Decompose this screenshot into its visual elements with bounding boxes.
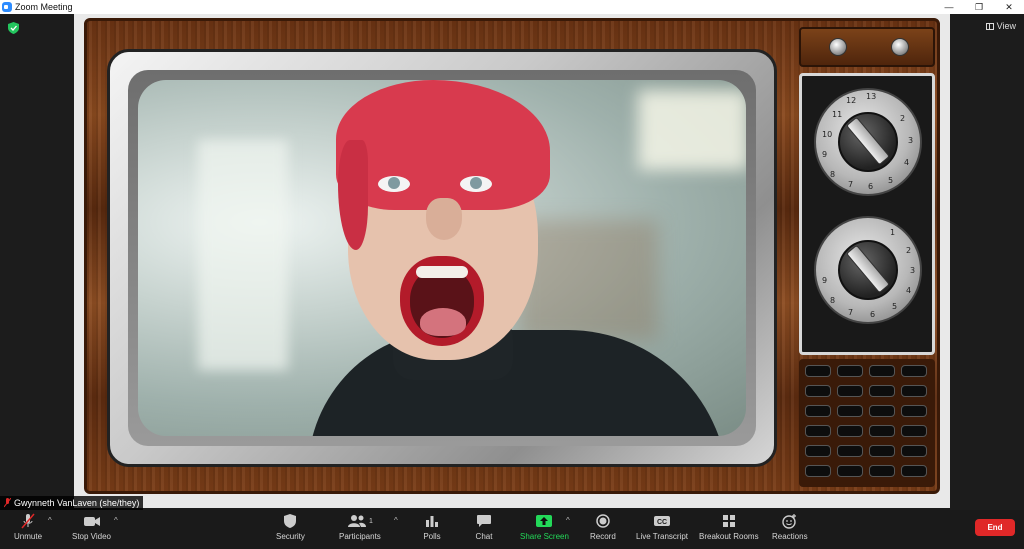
share-screen-button[interactable]: Share Screen xyxy=(520,512,569,541)
dial-number: 1 xyxy=(890,228,896,237)
right-eye xyxy=(460,176,492,192)
reactions-button[interactable]: Reactions xyxy=(772,512,808,541)
unmute-button[interactable]: Unmute xyxy=(14,512,42,541)
left-eye xyxy=(378,176,410,192)
shield-icon xyxy=(280,512,300,530)
participant-name: Gwynneth VanLaven (she/they) xyxy=(14,498,140,508)
chat-bubble-icon xyxy=(474,512,494,530)
tv-dial-panel: 13 12 11 10 9 8 7 6 5 4 3 2 1 2 3 4 5 6 … xyxy=(799,73,935,355)
dial-number: 7 xyxy=(848,308,854,317)
share-options-chevron-icon[interactable]: ^ xyxy=(566,516,570,525)
dial-number: 9 xyxy=(822,276,828,285)
view-label: View xyxy=(996,21,1016,31)
window-controls: — ❐ ✕ xyxy=(934,0,1024,14)
record-icon xyxy=(593,512,613,530)
dial-number: 11 xyxy=(832,110,843,119)
stop-video-label: Stop Video xyxy=(72,532,111,541)
chat-label: Chat xyxy=(475,532,493,541)
tv-screen-bezel xyxy=(107,49,777,467)
video-camera-icon xyxy=(82,512,102,530)
share-screen-arrow-icon xyxy=(534,512,554,530)
breakout-rooms-button[interactable]: Breakout Rooms xyxy=(699,512,759,541)
chat-button[interactable]: Chat xyxy=(474,512,494,541)
breakout-rooms-label: Breakout Rooms xyxy=(699,532,759,541)
dial-number: 9 xyxy=(822,150,828,159)
stop-video-button[interactable]: Stop Video xyxy=(72,512,111,541)
mic-muted-icon xyxy=(18,512,38,530)
dial-number: 2 xyxy=(906,246,912,255)
closed-captions-icon: CC xyxy=(652,512,672,530)
reactions-label: Reactions xyxy=(772,532,808,541)
polls-bar-chart-icon xyxy=(422,512,442,530)
record-button[interactable]: Record xyxy=(590,512,616,541)
participants-label: Participants xyxy=(339,532,381,541)
dial-number: 12 xyxy=(846,96,857,105)
encryption-shield-icon[interactable] xyxy=(8,22,19,34)
tuning-dial-icon: 1 2 3 4 5 6 7 8 9 xyxy=(814,216,922,324)
dial-number: 5 xyxy=(892,302,898,311)
person-hair xyxy=(336,80,550,210)
video-options-chevron-icon[interactable]: ^ xyxy=(114,516,118,525)
dial-number: 6 xyxy=(870,310,876,319)
dial-number: 3 xyxy=(908,136,914,145)
dial-number: 8 xyxy=(830,170,836,179)
participants-options-chevron-icon[interactable]: ^ xyxy=(394,516,398,525)
smiley-plus-icon xyxy=(780,512,800,530)
window-title: Zoom Meeting xyxy=(15,2,73,12)
participant-name-tag: Gwynneth VanLaven (she/they) xyxy=(0,496,144,510)
record-label: Record xyxy=(590,532,616,541)
participant-count: 1 xyxy=(368,517,373,525)
view-grid-icon xyxy=(985,22,994,30)
dial-number: 5 xyxy=(888,176,894,185)
dial-number: 10 xyxy=(822,130,833,139)
restore-button[interactable]: ❐ xyxy=(964,0,994,14)
cc-badge: CC xyxy=(657,519,667,526)
channel-dial-icon: 13 12 11 10 9 8 7 6 5 4 3 2 xyxy=(814,88,922,196)
participants-button[interactable]: 1 Participants xyxy=(339,512,381,541)
window-title-bar: Zoom Meeting — ❐ ✕ xyxy=(0,0,1024,14)
dial-number: 7 xyxy=(848,180,854,189)
zoom-logo-icon xyxy=(2,2,12,12)
dial-number: 13 xyxy=(866,92,877,101)
participant-video-tile[interactable]: 13 12 11 10 9 8 7 6 5 4 3 2 1 2 3 4 5 6 … xyxy=(74,14,950,508)
participants-icon: 1 xyxy=(340,512,380,530)
security-label: Security xyxy=(276,532,305,541)
live-transcript-label: Live Transcript xyxy=(636,532,689,541)
breakout-rooms-grid-icon xyxy=(719,512,739,530)
video-feed xyxy=(138,80,746,436)
unmute-label: Unmute xyxy=(14,532,43,541)
tv-speaker-grille xyxy=(799,359,935,487)
polls-button[interactable]: Polls xyxy=(422,512,442,541)
live-transcript-button[interactable]: CC Live Transcript xyxy=(636,512,688,541)
retro-tv-background: 13 12 11 10 9 8 7 6 5 4 3 2 1 2 3 4 5 6 … xyxy=(84,18,940,494)
dial-number: 6 xyxy=(868,182,874,191)
dial-number: 3 xyxy=(910,266,916,275)
meeting-toolbar: Unmute ^ Stop Video ^ Security 1 Partici… xyxy=(0,510,1024,549)
small-knob-icon xyxy=(829,38,847,56)
tv-top-knob-panel xyxy=(799,27,935,67)
minimize-button[interactable]: — xyxy=(934,0,964,14)
meeting-area: View 13 12 11 10 9 8 7 6 5 4 3 2 1 2 3 4… xyxy=(0,14,1024,510)
nose xyxy=(426,198,462,240)
audio-options-chevron-icon[interactable]: ^ xyxy=(48,516,52,525)
dial-number: 8 xyxy=(830,296,836,305)
mic-muted-icon xyxy=(4,498,11,508)
security-button[interactable]: Security xyxy=(276,512,305,541)
small-knob-icon xyxy=(891,38,909,56)
dial-number: 2 xyxy=(900,114,906,123)
close-button[interactable]: ✕ xyxy=(994,0,1024,14)
share-screen-label: Share Screen xyxy=(520,532,569,541)
dial-number: 4 xyxy=(904,158,910,167)
view-button[interactable]: View xyxy=(985,21,1016,31)
dial-number: 4 xyxy=(906,286,912,295)
end-meeting-button[interactable]: End xyxy=(975,519,1015,536)
polls-label: Polls xyxy=(423,532,441,541)
person-torso xyxy=(308,330,728,436)
